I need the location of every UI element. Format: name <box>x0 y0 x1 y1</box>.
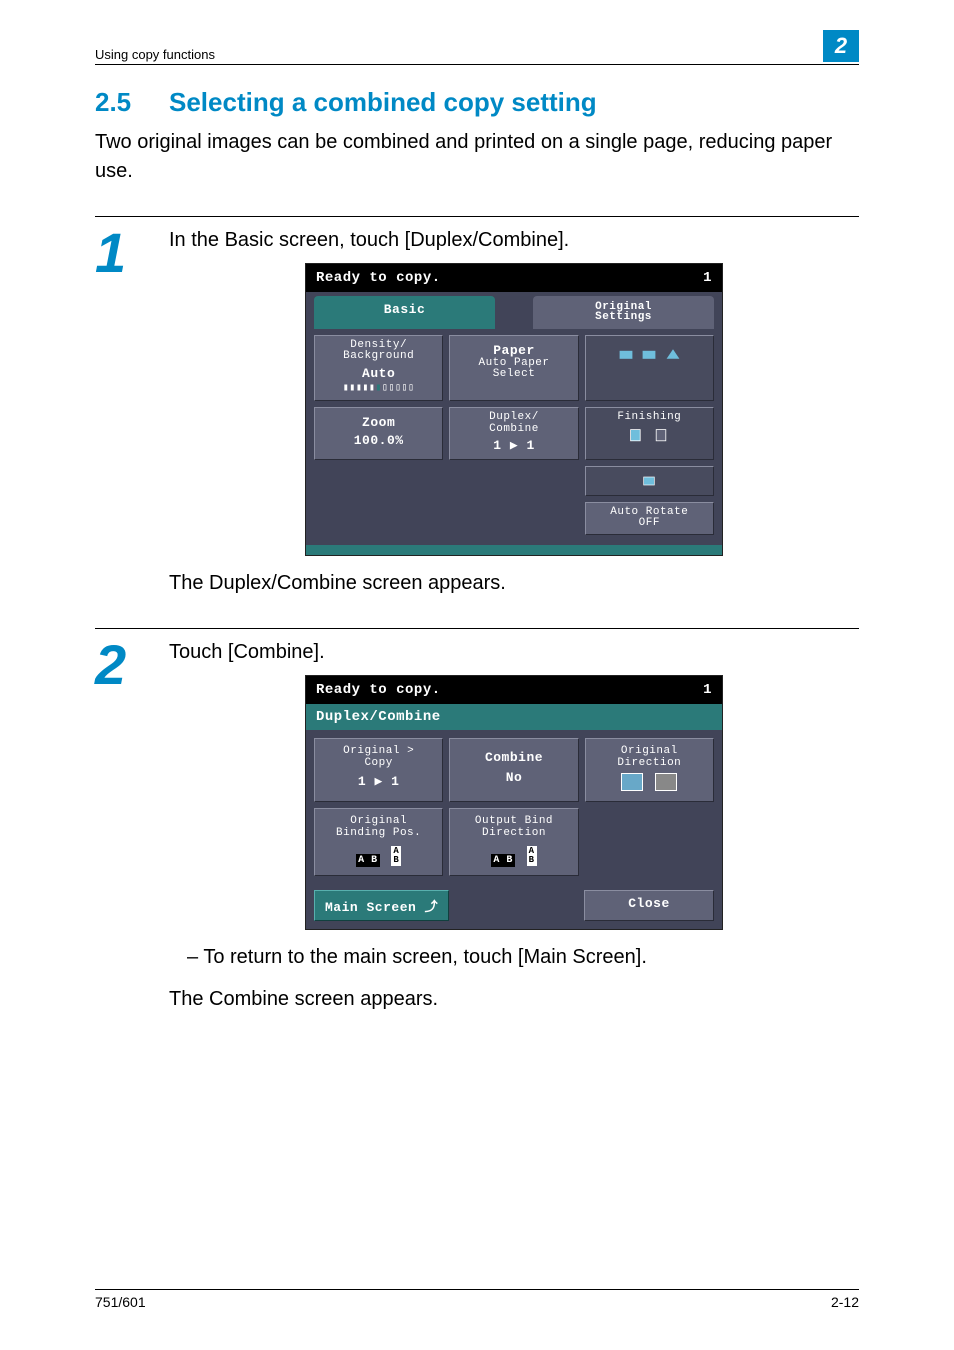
screen-title: Duplex/Combine <box>306 704 722 730</box>
zoom-button[interactable]: Zoom 100.0% <box>314 407 443 460</box>
auto-rotate-button[interactable]: Auto Rotate OFF <box>585 502 714 535</box>
step-1-result: The Duplex/Combine screen appears. <box>169 568 859 598</box>
main-screen-button[interactable]: Main Screen ⤴ <box>314 890 449 921</box>
section-number: 2.5 <box>95 87 169 118</box>
separate-scan-button[interactable] <box>585 466 714 496</box>
paper-button[interactable]: Paper Auto Paper Select <box>449 335 578 401</box>
status-bar-2: Ready to copy. 1 <box>306 676 722 704</box>
combine-button[interactable]: Combine No <box>449 738 578 802</box>
copy-count: 1 <box>703 270 712 286</box>
status-bar: Ready to copy. 1 <box>306 264 722 292</box>
orient-icon-1 <box>621 773 643 791</box>
output-bind-direction-button[interactable]: Output Bind Direction A B AB <box>449 808 578 875</box>
duplex-combine-screen: Ready to copy. 1 Duplex/Combine Original… <box>305 675 723 930</box>
tab-basic[interactable]: Basic <box>314 296 495 329</box>
step-2-result: The Combine screen appears. <box>169 984 859 1014</box>
status-text-2: Ready to copy. <box>316 682 441 698</box>
section-heading: 2.5Selecting a combined copy setting <box>95 87 859 118</box>
original-binding-pos-button[interactable]: Original Binding Pos. A B AB <box>314 808 443 875</box>
breadcrumb: Using copy functions <box>95 47 215 62</box>
section-title-text: Selecting a combined copy setting <box>169 87 597 117</box>
chapter-number: 2 <box>823 30 859 62</box>
ab-vertical-icon-2: AB <box>527 846 537 866</box>
footer-right: 2-12 <box>831 1294 859 1310</box>
step-1-text: In the Basic screen, touch [Duplex/Combi… <box>169 225 859 255</box>
step-2-number: 2 <box>95 637 169 930</box>
density-background-button[interactable]: Density/ Background Auto ▮▮▮▮▮▮▯▯▯▯▯ <box>314 335 443 401</box>
basic-screen: Ready to copy. 1 Basic Original Settings… <box>305 263 723 556</box>
duplex-combine-button[interactable]: Duplex/ Combine 1 ▶ 1 <box>449 407 578 460</box>
step-1-number: 1 <box>95 225 169 556</box>
tab-original-settings[interactable]: Original Settings <box>533 296 714 329</box>
page-footer: 751/601 2-12 <box>95 1289 859 1310</box>
ab-vertical-icon: AB <box>391 846 401 866</box>
ab-horizontal-icon: A B <box>356 854 380 867</box>
copy-count-2: 1 <box>703 682 712 698</box>
step-1: 1 In the Basic screen, touch [Duplex/Com… <box>95 216 859 556</box>
orient-icon-2 <box>655 773 677 791</box>
intro-paragraph: Two original images can be combined and … <box>95 128 859 186</box>
status-text: Ready to copy. <box>316 270 441 286</box>
step-2-bullet: – To return to the main screen, touch [M… <box>169 942 859 972</box>
original-direction-button[interactable]: Original Direction <box>585 738 714 802</box>
step-2-text: Touch [Combine]. <box>169 637 859 667</box>
step-2: 2 Touch [Combine]. Ready to copy. 1 Dupl… <box>95 628 859 930</box>
footer-left: 751/601 <box>95 1294 146 1310</box>
finishing-button[interactable]: Finishing <box>585 407 714 460</box>
paper-tray-icons[interactable] <box>585 335 714 401</box>
ab-horizontal-icon-2: A B <box>491 854 515 867</box>
original-copy-button[interactable]: Original > Copy 1 ▶ 1 <box>314 738 443 802</box>
close-button[interactable]: Close <box>584 890 714 921</box>
page-header: Using copy functions 2 <box>95 30 859 65</box>
